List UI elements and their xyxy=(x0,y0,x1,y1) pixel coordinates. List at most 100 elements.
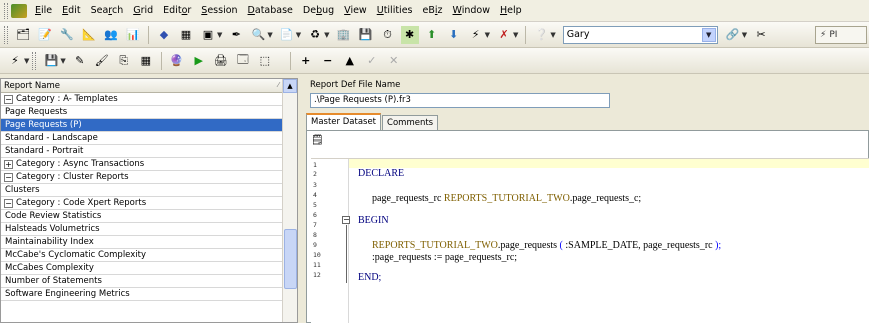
tree-report-row[interactable]: Clusters xyxy=(1,184,284,197)
report-list-scrollbar[interactable]: ▲ xyxy=(282,79,297,322)
connect-icon[interactable]: ⚡ xyxy=(467,26,485,44)
design-report-icon[interactable]: 🖌 xyxy=(93,52,111,70)
tab-comments[interactable]: Comments xyxy=(382,115,439,130)
edit-report-icon[interactable]: ✎ xyxy=(71,52,89,70)
menu-grid[interactable]: Grid xyxy=(128,0,158,22)
chevron-down-icon[interactable]: ▼ xyxy=(217,31,222,39)
chevron-down-icon[interactable]: ▼ xyxy=(267,31,272,39)
sql-modeler-icon[interactable]: 🔧 xyxy=(58,26,76,44)
disconnect-icon[interactable]: ✗ xyxy=(495,26,513,44)
menu-session[interactable]: Session xyxy=(196,0,242,22)
chevron-down-icon[interactable]: ▼ xyxy=(485,31,490,39)
grid-icon[interactable]: ▦ xyxy=(177,26,195,44)
preview-icon[interactable]: 🗔 xyxy=(234,52,252,70)
remove-icon[interactable]: − xyxy=(319,52,337,70)
user-select[interactable]: Gary ▼ xyxy=(562,25,718,44)
save-report-icon[interactable]: 💾 xyxy=(42,52,60,70)
tree-report-row[interactable]: Maintainability Index xyxy=(1,236,284,249)
chevron-down-icon[interactable]: ▼ xyxy=(60,57,65,65)
tree-report-row[interactable]: Software Engineering Metrics xyxy=(1,288,284,301)
wizard-icon[interactable]: 🔮 xyxy=(168,52,186,70)
sql-editor[interactable]: − 1 2 3 4 5 6 7 8 9 10 11 12 DECLARE page_requests_… xyxy=(311,158,869,323)
wand-icon[interactable]: ✒ xyxy=(227,26,245,44)
print-icon[interactable]: 🖨 xyxy=(212,52,230,70)
toolbar-grip[interactable] xyxy=(4,25,8,44)
commit-icon[interactable]: ⬆ xyxy=(423,26,441,44)
menu-ebiz[interactable]: eBiz xyxy=(418,0,448,22)
tree-report-row[interactable]: Code Review Statistics xyxy=(1,210,284,223)
menubar-grip[interactable] xyxy=(4,2,8,19)
rollback-icon[interactable]: ⬇ xyxy=(445,26,463,44)
clock-icon[interactable]: ⏱ xyxy=(379,26,397,44)
window-icon[interactable]: ▣ xyxy=(199,26,217,44)
collapse-icon[interactable]: − xyxy=(4,94,13,104)
session-browser-icon[interactable]: 👥 xyxy=(102,26,120,44)
page-icon[interactable]: 📄 xyxy=(278,26,296,44)
tree-report-row[interactable]: Page Requests (P) xyxy=(1,119,284,132)
app-logo-icon xyxy=(11,3,27,18)
menu-window[interactable]: Window xyxy=(448,0,495,22)
table-icon[interactable]: ▦ xyxy=(137,52,155,70)
tree-category-row[interactable]: − Category : A- Templates xyxy=(1,93,284,106)
star-icon[interactable]: ✱ xyxy=(400,25,419,44)
editor-icon[interactable]: 📝 xyxy=(36,26,54,44)
lightning-icon[interactable]: ⚡ xyxy=(6,52,24,70)
add-icon[interactable]: + xyxy=(297,52,315,70)
collapse-icon[interactable]: − xyxy=(4,198,13,208)
scrollbar-thumb[interactable] xyxy=(284,229,297,289)
find-icon[interactable]: 🔍 xyxy=(249,26,267,44)
help-icon[interactable]: ❔ xyxy=(532,26,550,44)
menu-database[interactable]: Database xyxy=(243,0,298,22)
tree-category-row[interactable]: + Category : Async Transactions xyxy=(1,158,284,171)
tools-icon[interactable]: ✂ xyxy=(752,26,770,44)
tree-report-row[interactable]: McCabe's Cyclomatic Complexity xyxy=(1,249,284,262)
chevron-down-icon[interactable]: ▼ xyxy=(24,57,29,65)
code-area[interactable]: DECLARE page_requests_rc REPORTS_TUTORIA… xyxy=(349,159,869,323)
code-line-end: END; xyxy=(358,272,382,283)
tree-report-row[interactable]: Standard - Portrait xyxy=(1,145,284,158)
tree-category-row[interactable]: − Category : Code Xpert Reports xyxy=(1,197,284,210)
menu-search[interactable]: Search xyxy=(86,0,129,22)
chevron-down-icon[interactable]: ▼ xyxy=(324,31,329,39)
tab-master-dataset[interactable]: Master Dataset xyxy=(306,113,382,130)
sga-trace-icon[interactable]: 📊 xyxy=(124,26,142,44)
dataset-editor-icon[interactable]: 🗒 xyxy=(311,135,325,147)
collapse-icon[interactable]: − xyxy=(4,172,13,182)
menu-editor[interactable]: Editor xyxy=(158,0,196,22)
chevron-down-icon[interactable]: ▼ xyxy=(742,31,747,39)
chevron-down-icon[interactable]: ▼ xyxy=(550,31,555,39)
line-number-gutter: − 1 2 3 4 5 6 7 8 9 10 11 12 xyxy=(311,159,350,323)
tree-report-row[interactable]: Standard - Landscape xyxy=(1,132,284,145)
menu-help[interactable]: Help xyxy=(495,0,527,22)
schema-browser-icon[interactable]: 🗂 xyxy=(14,26,32,44)
menu-eile[interactable]: Eile xyxy=(30,0,57,22)
tree-report-row[interactable]: Page Requests xyxy=(1,106,284,119)
chevron-down-icon[interactable]: ▼ xyxy=(513,31,518,39)
menu-edit[interactable]: Edit xyxy=(57,0,85,22)
tree-report-row[interactable]: Number of Statements xyxy=(1,275,284,288)
menu-debug[interactable]: Debug xyxy=(298,0,339,22)
expand-icon[interactable]: + xyxy=(4,159,13,169)
chevron-down-icon[interactable]: ▼ xyxy=(296,31,301,39)
report-name-column-header[interactable]: Report Name ⁄ xyxy=(1,79,297,93)
scroll-up-icon[interactable]: ▲ xyxy=(283,79,297,93)
report-def-file-field[interactable]: .\Page Requests (P).fr3 xyxy=(310,93,610,108)
pi-button[interactable]: ⚡ PI xyxy=(815,26,867,44)
procedure-editor-icon[interactable]: 📐 xyxy=(80,26,98,44)
refresh-icon[interactable]: ♻ xyxy=(306,26,324,44)
building-icon[interactable]: 🏢 xyxy=(335,26,353,44)
chevron-down-icon[interactable]: ▼ xyxy=(701,27,716,42)
schema-icon[interactable]: 🔗 xyxy=(724,26,742,44)
export-icon[interactable]: ⬚ xyxy=(256,52,274,70)
diamond-icon[interactable]: ◆ xyxy=(155,26,173,44)
tree-report-row[interactable]: Halsteads Volumetrics xyxy=(1,223,284,236)
tree-category-row[interactable]: − Category : Cluster Reports xyxy=(1,171,284,184)
save-icon[interactable]: 💾 xyxy=(357,26,375,44)
run-icon[interactable]: ▶ xyxy=(190,52,208,70)
menu-view[interactable]: View xyxy=(339,0,372,22)
copy-report-icon[interactable]: ⎘ xyxy=(115,52,133,70)
tree-report-row[interactable]: McCabes Complexity xyxy=(1,262,284,275)
toolbar-grip[interactable] xyxy=(32,51,37,70)
menu-utilities[interactable]: Utilities xyxy=(372,0,418,22)
move-up-icon[interactable]: ▲ xyxy=(341,52,359,70)
